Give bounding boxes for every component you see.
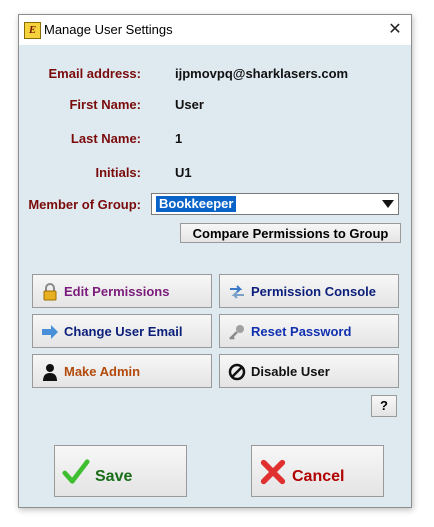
change-email-button[interactable]: Change User Email — [32, 314, 212, 348]
first-name-label: First Name: — [69, 97, 141, 112]
make-admin-button[interactable]: Make Admin — [32, 354, 212, 388]
email-value: ijpmovpq@sharklasers.com — [175, 66, 349, 81]
group-selected-value: Bookkeeper — [156, 196, 237, 212]
key-icon — [229, 325, 244, 340]
cancel-button[interactable]: Cancel — [251, 445, 384, 497]
title-bar: E Manage User Settings ✕ — [19, 15, 411, 45]
chevron-down-icon[interactable] — [382, 200, 394, 208]
x-icon — [260, 459, 286, 485]
last-name-value: 1 — [175, 131, 183, 146]
group-label: Member of Group: — [28, 197, 141, 212]
make-admin-label: Make Admin — [64, 364, 141, 379]
group-select[interactable]: Bookkeeper — [151, 193, 399, 215]
no-entry-icon — [228, 363, 246, 381]
window-title: Manage User Settings — [44, 22, 173, 37]
edit-permissions-button[interactable]: Edit Permissions — [32, 274, 212, 308]
permission-console-button[interactable]: Permission Console — [219, 274, 399, 308]
permission-console-label: Permission Console — [251, 284, 376, 299]
first-name-value: User — [175, 97, 204, 112]
edit-permissions-label: Edit Permissions — [64, 284, 170, 299]
lock-icon — [43, 283, 57, 301]
manage-user-settings-dialog: E Manage User Settings ✕ Email address: … — [18, 14, 412, 508]
app-logo-icon: E — [24, 22, 41, 39]
person-icon — [43, 364, 57, 381]
last-name-label: Last Name: — [70, 131, 141, 146]
change-email-label: Change User Email — [64, 324, 183, 339]
save-button[interactable]: Save — [54, 445, 187, 497]
reset-password-button[interactable]: Reset Password — [219, 314, 399, 348]
disable-user-button[interactable]: Disable User — [219, 354, 399, 388]
arrow-right-icon — [42, 325, 58, 339]
save-label: Save — [95, 468, 133, 485]
checkmark-icon — [62, 459, 90, 484]
reset-password-label: Reset Password — [251, 324, 352, 339]
compare-permissions-button[interactable]: Compare Permissions to Group — [180, 223, 401, 243]
initials-label: Initials: — [95, 165, 141, 180]
cancel-label: Cancel — [292, 468, 345, 485]
email-label: Email address: — [48, 66, 142, 81]
disable-user-label: Disable User — [251, 364, 330, 379]
close-button[interactable]: ✕ — [379, 15, 411, 45]
swap-arrows-icon — [230, 285, 244, 299]
initials-value: U1 — [175, 165, 192, 180]
help-button[interactable]: ? — [371, 395, 397, 417]
